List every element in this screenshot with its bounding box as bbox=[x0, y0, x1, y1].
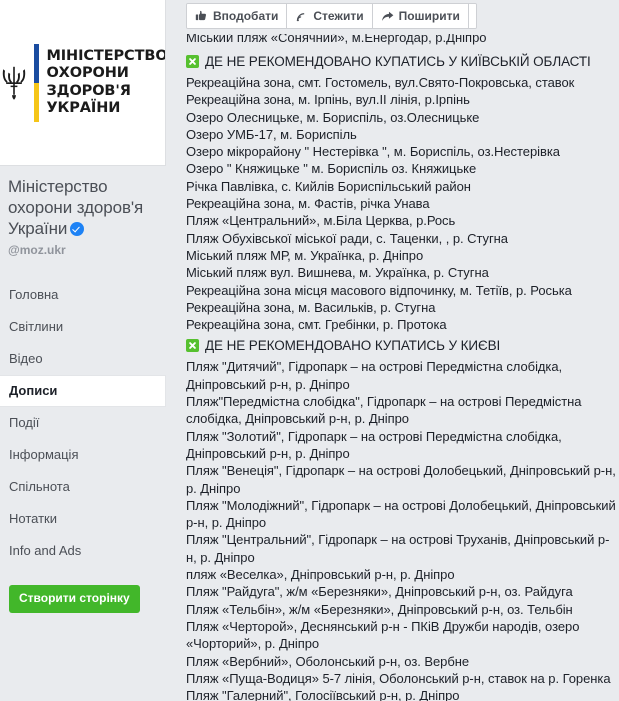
list-item: Пляж "Центральний", Гідропарк – на остро… bbox=[186, 532, 610, 565]
page-identity: Міністерство охорони здоров'я України @m… bbox=[0, 166, 166, 265]
green-x-icon bbox=[186, 339, 199, 353]
like-button[interactable]: Вподобати bbox=[187, 4, 288, 28]
post-section-kyiv-region: ДЕ НЕ РЕКОМЕНДОВАНО КУПАТИСЬ У КИЇВСЬКІЙ… bbox=[186, 53, 616, 333]
sidebar-item-videos[interactable]: Відео bbox=[0, 343, 166, 375]
list-item: Рекреаційна зона, смт. Гребінки, р. Прот… bbox=[186, 317, 447, 333]
list-item: Пляж «Вербний», Оболонський р-н, оз. Вер… bbox=[186, 653, 470, 669]
share-arrow-icon bbox=[381, 10, 394, 23]
list-item: Пляж «Черторой», Деснянський р-н - ПКіВ … bbox=[186, 618, 580, 652]
ukraine-trident-emblem-icon bbox=[1, 66, 27, 100]
sidebar-item-community[interactable]: Спільнота bbox=[0, 471, 166, 503]
sidebar-item-info[interactable]: Інформація bbox=[0, 439, 166, 471]
create-page-button[interactable]: Створити сторінку bbox=[9, 585, 140, 613]
verified-check-icon bbox=[70, 222, 85, 236]
list-item: пляж «Веселка», Дніпровський р-н, р. Дні… bbox=[186, 567, 455, 583]
section-title: ДЕ НЕ РЕКОМЕНДОВАНО КУПАТИСЬ У КИЇВСЬКІЙ… bbox=[205, 54, 591, 69]
more-options-button[interactable]: ••• bbox=[468, 4, 476, 28]
section-header: ДЕ НЕ РЕКОМЕНДОВАНО КУПАТИСЬ У КИЇВСЬКІЙ… bbox=[186, 53, 616, 70]
list-item: Річка Павлівка, с. Кийлів Бориспільський… bbox=[186, 178, 471, 194]
list-item: Рекреаційна зона, м. Ірпінь, вул.ІІ ліні… bbox=[186, 92, 470, 108]
like-button-label: Вподобати bbox=[213, 9, 279, 23]
sidebar-item-events[interactable]: Події bbox=[0, 407, 166, 439]
list-item: Пляж"Передмістна слобідка", Гідропарк – … bbox=[186, 394, 582, 427]
share-button[interactable]: Поширити bbox=[372, 4, 469, 28]
list-item: Озеро мікрорайону " Нестерівка ", м. Бор… bbox=[186, 144, 560, 160]
follow-button[interactable]: Стежити bbox=[287, 4, 373, 28]
sidebar-item-photos[interactable]: Світлини bbox=[0, 311, 166, 343]
page-profile-photo[interactable]: МІНІСТЕРСТВО ОХОРОНИ ЗДОРОВ'Я УКРАЇНИ bbox=[0, 0, 165, 165]
list-item: Пляж "Золотий", Гідропарк – на острові П… bbox=[186, 428, 562, 461]
list-item: Рекреаційна зона, смт. Гостомель, вул.Св… bbox=[186, 75, 575, 90]
page-profile-card: МІНІСТЕРСТВО ОХОРОНИ ЗДОРОВ'Я УКРАЇНИ bbox=[0, 0, 166, 166]
list-item: Пляж «Центральний», м.Біла Церква, р.Рос… bbox=[186, 213, 456, 229]
list-item: Озеро Олесницьке, м. Бориспіль, оз.Олесн… bbox=[186, 109, 480, 125]
post-content: Міський пляж «Сонячний», м.Енергодар, р.… bbox=[186, 34, 616, 701]
entry-list: Рекреаційна зона, смт. Гостомель, вул.Св… bbox=[186, 74, 616, 333]
page-title[interactable]: Міністерство охорони здоров'я України bbox=[8, 176, 156, 239]
list-item: Пляж "Райдуга", ж/м «Березняки», Дніпров… bbox=[186, 584, 573, 600]
moz-logo-text: МІНІСТЕРСТВО ОХОРОНИ ЗДОРОВ'Я УКРАЇНИ bbox=[46, 48, 165, 116]
ukraine-flag-bar bbox=[34, 43, 40, 122]
left-sidebar: МІНІСТЕРСТВО ОХОРОНИ ЗДОРОВ'Я УКРАЇНИ Мі… bbox=[0, 0, 166, 613]
list-item: Міський пляж МР, м. Українка, р. Дніпро bbox=[186, 247, 424, 263]
list-item: Пляж Обухівської міської ради, с. Таценк… bbox=[186, 230, 508, 246]
sidebar-item-home[interactable]: Головна bbox=[0, 279, 166, 311]
section-title: ДЕ НЕ РЕКОМЕНДОВАНО КУПАТИСЬ У КИЄВІ bbox=[205, 338, 501, 354]
entry-list: Пляж "Дитячий", Гідропарк – на острові П… bbox=[186, 358, 616, 701]
follow-button-label: Стежити bbox=[313, 9, 364, 23]
list-item: Міський пляж вул. Вишнева, м. Українка, … bbox=[186, 265, 489, 281]
thumbs-up-icon bbox=[195, 10, 208, 23]
clipped-previous-line: Міський пляж «Сонячний», м.Енергодар, р.… bbox=[186, 34, 616, 49]
main-content: Вподобати Стежити Поширити ••• Міський п… bbox=[166, 0, 619, 701]
clipped-previous-line-text: Міський пляж «Сонячний», м.Енергодар, р.… bbox=[186, 34, 487, 45]
list-item: Озеро " Княжицьке " м. Бориспіль оз. Кня… bbox=[186, 161, 477, 177]
list-item: Пляж "Галерний", Голосіївський р-н, р. Д… bbox=[186, 688, 460, 701]
sidebar-nav: Головна Світлини Відео Дописи Події Інфо… bbox=[0, 279, 166, 567]
moz-logo-lockup: МІНІСТЕРСТВО ОХОРОНИ ЗДОРОВ'Я УКРАЇНИ bbox=[0, 43, 165, 122]
list-item: Рекреаційна зона місця масового відпочин… bbox=[186, 282, 572, 298]
list-item: Пляж «Тельбін», ж/м «Березняки», Дніпров… bbox=[186, 601, 573, 617]
page-root: МІНІСТЕРСТВО ОХОРОНИ ЗДОРОВ'Я УКРАЇНИ Мі… bbox=[0, 0, 619, 701]
page-action-bar: Вподобати Стежити Поширити ••• bbox=[186, 3, 477, 29]
share-button-label: Поширити bbox=[398, 9, 460, 23]
list-item: Рекреаційна зона, м. Фастів, річка Унава bbox=[186, 196, 430, 212]
green-x-icon bbox=[186, 55, 199, 68]
section-header: ДЕ НЕ РЕКОМЕНДОВАНО КУПАТИСЬ У КИЄВІ bbox=[186, 337, 616, 354]
list-item: Пляж "Молодіжний", Гідропарк – на остров… bbox=[186, 497, 616, 531]
sidebar-item-posts[interactable]: Дописи bbox=[0, 375, 166, 407]
page-handle: @moz.ukr bbox=[8, 243, 66, 257]
list-item: Пляж "Дитячий", Гідропарк – на острові П… bbox=[186, 359, 563, 392]
post-section-kyiv-city: ДЕ НЕ РЕКОМЕНДОВАНО КУПАТИСЬ У КИЄВІ Пля… bbox=[186, 337, 616, 701]
list-item: Пляж "Венеція", Гідропарк – на острові Д… bbox=[186, 463, 616, 496]
list-item: Рекреаційна зона, м. Васильків, р. Стугн… bbox=[186, 299, 436, 315]
list-item: Пляж «Пуща-Водиця» 5-7 лінія, Оболонськи… bbox=[186, 670, 611, 686]
sidebar-item-info-and-ads[interactable]: Info and Ads bbox=[0, 535, 166, 567]
sidebar-item-notes[interactable]: Нотатки bbox=[0, 503, 166, 535]
list-item: Озеро УМБ-17, м. Бориспіль bbox=[186, 126, 357, 142]
rss-feed-icon bbox=[295, 10, 308, 23]
